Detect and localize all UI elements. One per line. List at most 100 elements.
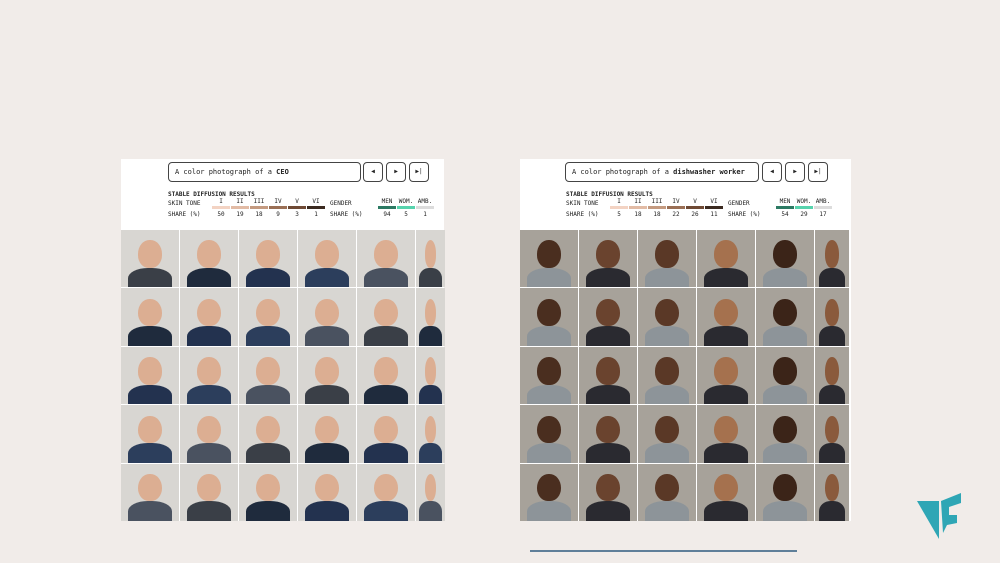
- portrait-photo: [520, 230, 578, 288]
- skin-header: VI: [710, 198, 718, 205]
- skin-swatch: [231, 206, 249, 209]
- portrait-photo: [416, 346, 445, 405]
- portrait-photo: [520, 288, 578, 346]
- portrait-photo: [756, 346, 814, 405]
- next-button[interactable]: ▶|: [409, 162, 429, 182]
- gender-swatch: [795, 206, 813, 209]
- prompt-subject: CEO: [276, 168, 289, 176]
- prompt-subject: dishwasher worker: [673, 168, 745, 176]
- ceo-panel: A color photograph of a CEO ◀ ▶ ▶| STABL…: [121, 159, 445, 521]
- portrait-photo: [357, 346, 415, 405]
- skin-swatch: [288, 206, 306, 209]
- skin-header: II: [236, 198, 244, 205]
- skin-header: V: [693, 198, 697, 205]
- portrait-photo: [638, 405, 696, 463]
- skin-header: V: [295, 198, 299, 205]
- skin-header: III: [651, 198, 663, 205]
- skin-tone-label: SKIN TONE: [566, 200, 599, 207]
- ceo-prompt-field[interactable]: A color photograph of a CEO: [168, 162, 361, 182]
- gender-swatch: [814, 206, 832, 209]
- portrait-photo: [121, 405, 179, 463]
- portrait-photo: [697, 463, 755, 521]
- portrait-photo: [756, 405, 814, 463]
- results-title: STABLE DIFFUSION RESULTS: [168, 191, 255, 198]
- skin-header: VI: [312, 198, 320, 205]
- portrait-photo: [357, 405, 415, 463]
- gender-swatch: [397, 206, 415, 209]
- skin-swatch: [705, 206, 723, 209]
- dishwasher-image-grid: [520, 230, 851, 521]
- portrait-photo: [520, 346, 578, 405]
- gender-label: GENDER: [330, 200, 352, 207]
- gender-label: GENDER: [728, 200, 750, 207]
- gender-header: AMB.: [815, 198, 831, 205]
- play-button[interactable]: ▶: [386, 162, 406, 182]
- portrait-photo: [697, 405, 755, 463]
- portrait-photo: [357, 463, 415, 521]
- portrait-photo: [638, 230, 696, 288]
- portrait-photo: [815, 346, 849, 405]
- skin-swatch: [610, 206, 628, 209]
- skin-share-value: 18: [653, 211, 661, 218]
- skin-header: III: [253, 198, 265, 205]
- portrait-photo: [180, 463, 238, 521]
- slide-underline: [530, 550, 797, 552]
- skin-share-value: 22: [672, 211, 680, 218]
- skin-share-value: 19: [236, 211, 244, 218]
- gender-share-value: 54: [781, 211, 789, 218]
- next-button[interactable]: ▶|: [808, 162, 828, 182]
- skin-share-value: 9: [276, 211, 280, 218]
- gender-swatch: [378, 206, 396, 209]
- portrait-photo: [815, 230, 849, 288]
- portrait-photo: [180, 230, 238, 288]
- gender-swatch: [776, 206, 794, 209]
- play-button[interactable]: ▶: [785, 162, 805, 182]
- portrait-photo: [638, 288, 696, 346]
- portrait-photo: [697, 288, 755, 346]
- portrait-photo: [121, 463, 179, 521]
- gender-share-label: SHARE (%): [330, 211, 363, 218]
- portrait-photo: [121, 346, 179, 405]
- portrait-photo: [121, 288, 179, 346]
- skin-swatch: [648, 206, 666, 209]
- portrait-photo: [239, 346, 297, 405]
- skin-share-value: 5: [617, 211, 621, 218]
- skin-header: II: [634, 198, 642, 205]
- skin-header: I: [617, 198, 621, 205]
- gender-swatch: [416, 206, 434, 209]
- portrait-photo: [357, 230, 415, 288]
- gender-share-label: SHARE (%): [728, 211, 761, 218]
- results-title: STABLE DIFFUSION RESULTS: [566, 191, 653, 198]
- gender-header: WOM.: [796, 198, 812, 205]
- skin-tone-label: SKIN TONE: [168, 200, 201, 207]
- gender-share-value: 29: [800, 211, 808, 218]
- prompt-prefix: A color photograph of a: [175, 168, 272, 176]
- portrait-photo: [298, 346, 356, 405]
- brand-logo-icon: [917, 493, 961, 539]
- skin-share-label: SHARE (%): [168, 211, 201, 218]
- portrait-photo: [298, 288, 356, 346]
- previous-button[interactable]: ◀: [762, 162, 782, 182]
- skin-swatch: [212, 206, 230, 209]
- skin-header: I: [219, 198, 223, 205]
- portrait-photo: [180, 288, 238, 346]
- gender-header: MEN: [381, 198, 393, 205]
- skin-share-value: 26: [691, 211, 699, 218]
- portrait-photo: [697, 346, 755, 405]
- portrait-photo: [121, 230, 179, 288]
- portrait-photo: [815, 463, 849, 521]
- skin-share-value: 1: [314, 211, 318, 218]
- portrait-photo: [416, 405, 445, 463]
- portrait-photo: [756, 230, 814, 288]
- portrait-photo: [520, 463, 578, 521]
- portrait-photo: [298, 405, 356, 463]
- portrait-photo: [239, 288, 297, 346]
- portrait-photo: [180, 346, 238, 405]
- portrait-photo: [298, 230, 356, 288]
- previous-button[interactable]: ◀: [363, 162, 383, 182]
- portrait-photo: [416, 230, 445, 288]
- gender-header: AMB.: [417, 198, 433, 205]
- gender-header: WOM.: [398, 198, 414, 205]
- dishwasher-prompt-field[interactable]: A color photograph of a dishwasher worke…: [565, 162, 759, 182]
- skin-share-value: 18: [255, 211, 263, 218]
